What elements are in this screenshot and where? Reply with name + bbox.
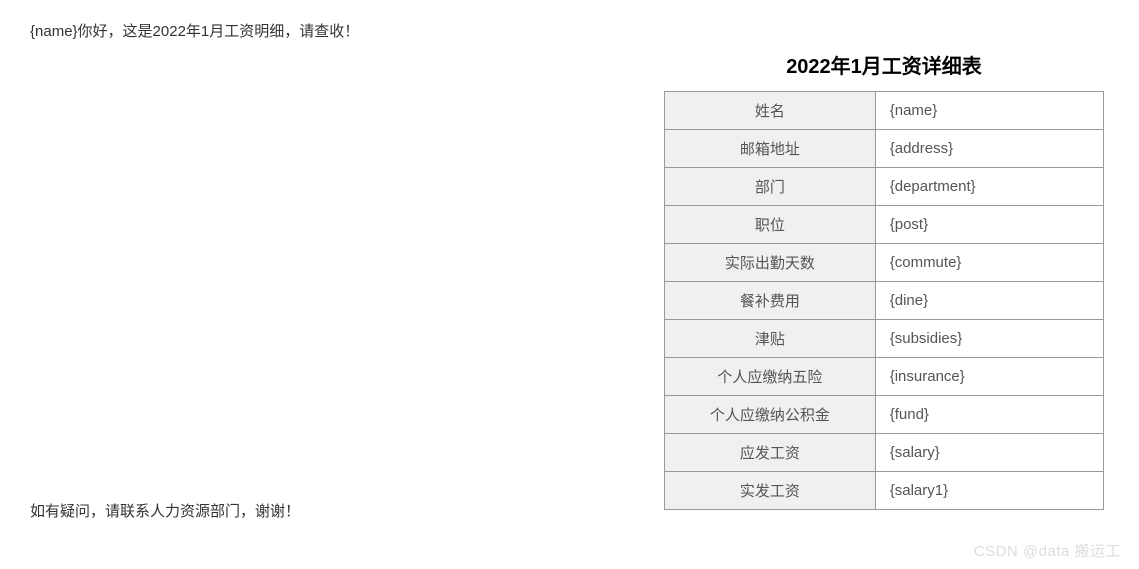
table-row: 餐补费用{dine} [665,282,1104,320]
table-row: 姓名{name} [665,92,1104,130]
row-label: 邮箱地址 [665,130,876,168]
row-label: 津贴 [665,320,876,358]
footer-note: 如有疑问，请联系人力资源部门，谢谢！ [30,500,300,521]
row-label: 实际出勤天数 [665,244,876,282]
row-label: 个人应缴纳公积金 [665,396,876,434]
table-row: 职位{post} [665,206,1104,244]
salary-table: 姓名{name}邮箱地址{address}部门{department}职位{po… [664,91,1104,510]
row-value: {address} [875,130,1103,168]
table-row: 邮箱地址{address} [665,130,1104,168]
row-label: 职位 [665,206,876,244]
row-value: {department} [875,168,1103,206]
table-row: 实发工资{salary1} [665,472,1104,510]
row-value: {post} [875,206,1103,244]
row-value: {subsidies} [875,320,1103,358]
table-row: 个人应缴纳五险{insurance} [665,358,1104,396]
row-value: {salary1} [875,472,1103,510]
table-row: 实际出勤天数{commute} [665,244,1104,282]
row-value: {fund} [875,396,1103,434]
row-value: {commute} [875,244,1103,282]
row-label: 个人应缴纳五险 [665,358,876,396]
row-value: {insurance} [875,358,1103,396]
salary-table-container: 2022年1月工资详细表 姓名{name}邮箱地址{address}部门{dep… [664,50,1104,510]
row-label: 餐补费用 [665,282,876,320]
row-value: {salary} [875,434,1103,472]
row-label: 部门 [665,168,876,206]
table-row: 部门{department} [665,168,1104,206]
watermark: CSDN @data 搬运工 [974,540,1121,561]
row-value: {name} [875,92,1103,130]
table-row: 个人应缴纳公积金{fund} [665,396,1104,434]
row-label: 实发工资 [665,472,876,510]
row-label: 应发工资 [665,434,876,472]
greeting-text: {name}你好，这是2022年1月工资明细，请查收！ [30,20,1109,41]
table-title: 2022年1月工资详细表 [664,50,1104,79]
table-row: 津贴{subsidies} [665,320,1104,358]
row-label: 姓名 [665,92,876,130]
table-row: 应发工资{salary} [665,434,1104,472]
row-value: {dine} [875,282,1103,320]
